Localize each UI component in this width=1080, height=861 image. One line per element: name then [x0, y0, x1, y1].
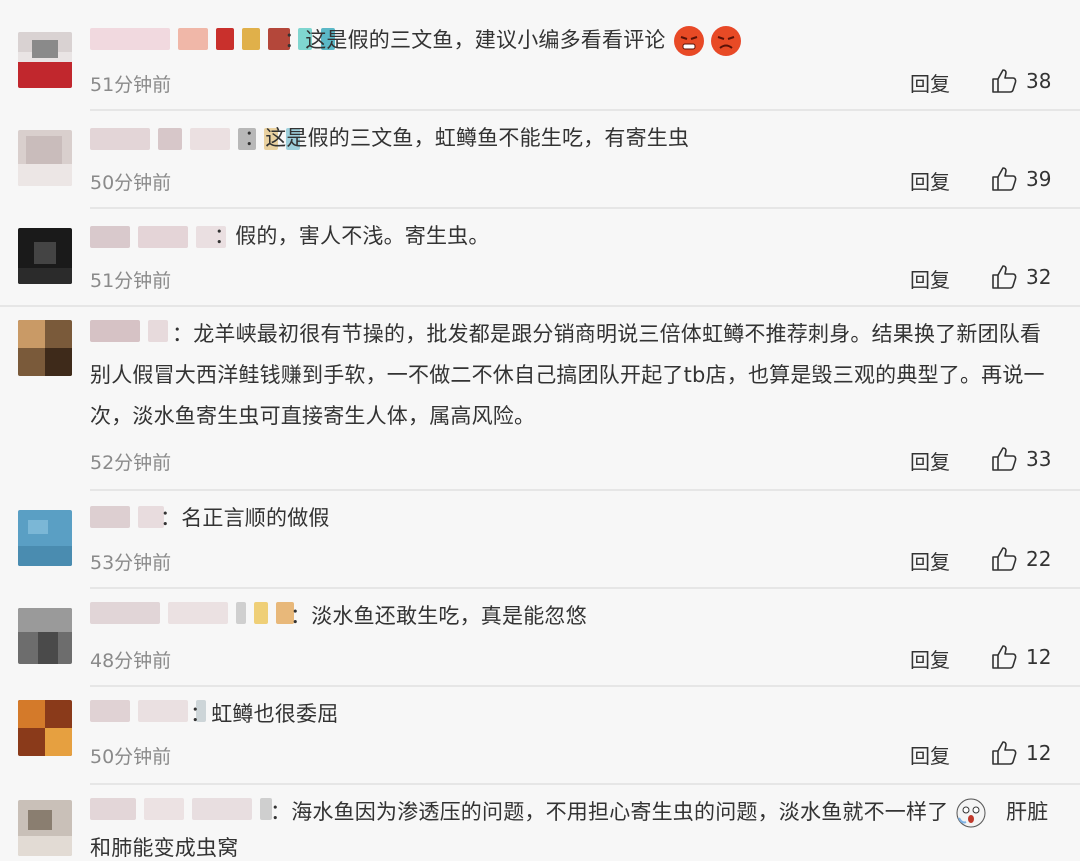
thumbs-up-icon [992, 741, 1017, 765]
comment-time: 52分钟前 [90, 452, 172, 474]
like-button[interactable]: 39 [990, 164, 1051, 194]
like-button[interactable]: 33 [990, 444, 1051, 474]
comment-item: ：这是假的三文鱼，建议小编多看看评论 51分钟前 回复 38 [0, 0, 1080, 110]
like-count: 32 [1026, 265, 1052, 289]
reply-button[interactable]: 回复 [910, 546, 950, 575]
avatar[interactable] [18, 800, 72, 856]
comment-text: ：假的，害人不浅。寄生虫。 [214, 224, 490, 248]
like-button[interactable]: 32 [990, 262, 1051, 292]
thumbs-up-icon [992, 547, 1017, 571]
thumbs-up-icon [992, 69, 1017, 93]
comment-time: 53分钟前 [90, 552, 172, 574]
avatar[interactable] [18, 320, 72, 376]
username-blurred[interactable] [90, 226, 229, 252]
thumbs-up-icon [992, 645, 1017, 669]
username-blurred[interactable] [90, 602, 297, 628]
like-count: 38 [1026, 69, 1052, 93]
comment-time: 50分钟前 [90, 172, 172, 194]
like-button[interactable]: 38 [990, 66, 1051, 96]
comment-time: 50分钟前 [90, 746, 172, 768]
avatar[interactable] [18, 228, 72, 284]
like-count: 12 [1026, 741, 1052, 765]
like-count: 22 [1026, 547, 1052, 571]
comment-text-line2: 和肺能变成虫窝 [90, 836, 239, 860]
comment-time: 51分钟前 [90, 270, 172, 292]
comment-text-continued: 肝脏 [1006, 800, 1049, 824]
avatar[interactable] [18, 700, 72, 756]
comment-item: ：这是假的三文鱼，虹鳟鱼不能生吃，有寄生虫 50分钟前 回复 39 [0, 110, 1080, 208]
avatar[interactable] [18, 32, 72, 88]
like-count: 39 [1026, 167, 1052, 191]
avatar[interactable] [18, 130, 72, 186]
comment-time: 51分钟前 [90, 74, 172, 96]
reply-button[interactable]: 回复 [910, 68, 950, 97]
like-count: 12 [1026, 645, 1052, 669]
comment-text: ：海水鱼因为渗透压的问题，不用担心寄生虫的问题，淡水鱼就不一样了 [270, 792, 987, 833]
comment-text: ：龙羊峡最初很有节操的，批发都是跟分销商明说三倍体虹鳟不推荐刺身。结果换了新团队… [90, 322, 1045, 428]
username-blurred[interactable] [90, 506, 167, 532]
comment-item: ：龙羊峡最初很有节操的，批发都是跟分销商明说三倍体虹鳟不推荐刺身。结果换了新团队… [0, 306, 1080, 490]
comment-item: ：虹鳟也很委屈 50分钟前 回复 12 [0, 686, 1080, 784]
comment-text: ：淡水鱼还敢生吃，真是能忽悠 [290, 604, 587, 628]
reply-button[interactable]: 回复 [910, 644, 950, 673]
thumbs-up-icon [992, 265, 1017, 289]
comment-item: ：海水鱼因为渗透压的问题，不用担心寄生虫的问题，淡水鱼就不一样了 肝脏 和肺能变… [0, 784, 1080, 861]
comment-text: ：这是假的三文鱼，建议小编多看看评论 [284, 20, 742, 61]
reply-button[interactable]: 回复 [910, 740, 950, 769]
angry-face-icon [711, 26, 742, 56]
comment-text: ：名正言顺的做假 [160, 506, 330, 530]
thumbs-up-icon [992, 167, 1017, 191]
comment-item: ：淡水鱼还敢生吃，真是能忽悠 48分钟前 回复 12 [0, 588, 1080, 686]
angry-face-icon [673, 26, 704, 56]
reply-button[interactable]: 回复 [910, 166, 950, 195]
comment-text: ：虹鳟也很委屈 [190, 702, 339, 726]
like-button[interactable]: 12 [990, 738, 1051, 768]
avatar[interactable] [18, 608, 72, 664]
comment-text: ：这是假的三文鱼，虹鳟鱼不能生吃，有寄生虫 [244, 126, 690, 150]
comment-item: ：名正言顺的做假 53分钟前 回复 22 [0, 490, 1080, 588]
thumbs-up-icon [992, 447, 1017, 471]
comment-time: 48分钟前 [90, 650, 172, 672]
like-button[interactable]: 22 [990, 544, 1051, 574]
reply-button[interactable]: 回复 [910, 264, 950, 293]
like-button[interactable]: 12 [990, 642, 1051, 672]
comment-item: ：假的，害人不浅。寄生虫。 51分钟前 回复 32 [0, 208, 1080, 306]
like-count: 33 [1026, 447, 1052, 471]
avatar[interactable] [18, 510, 72, 566]
reply-button[interactable]: 回复 [910, 446, 950, 475]
username-blurred[interactable] [90, 798, 275, 824]
scared-face-icon [956, 798, 987, 828]
